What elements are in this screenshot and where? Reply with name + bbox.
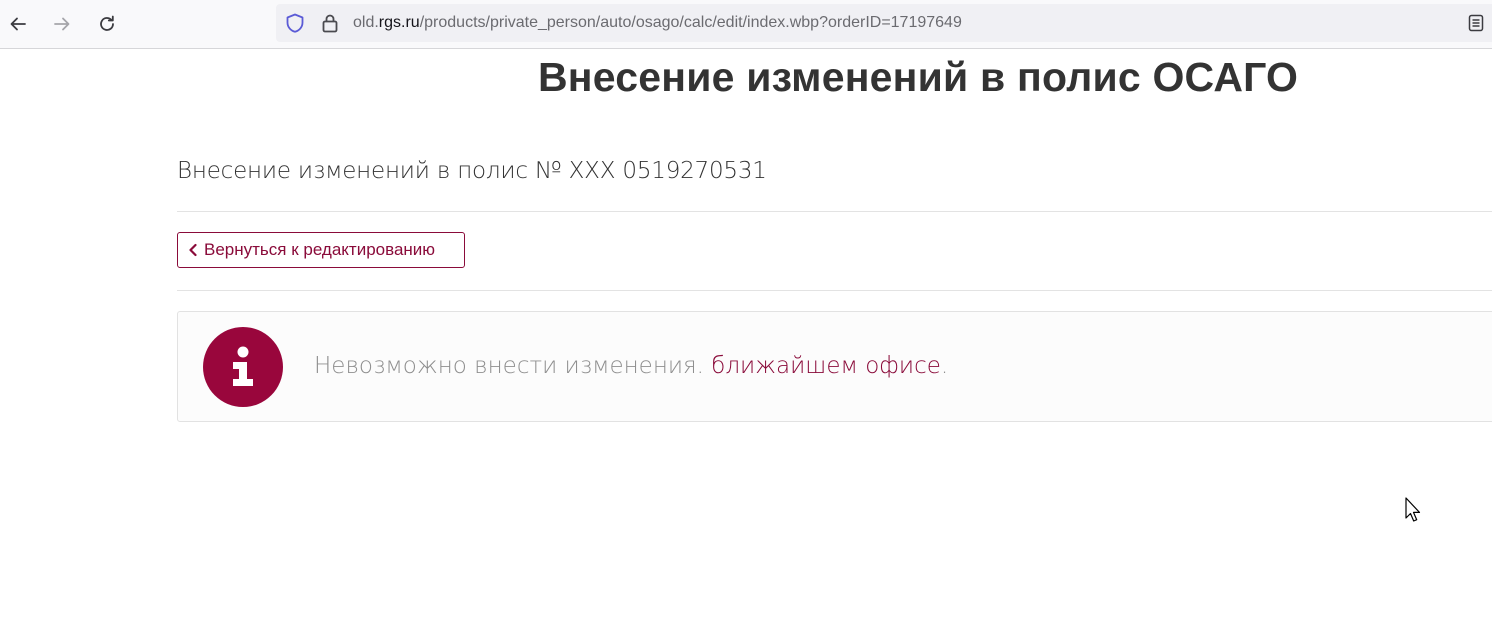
info-icon — [203, 327, 283, 407]
chevron-left-icon — [188, 243, 198, 257]
divider — [177, 290, 1492, 291]
info-message-text: Невозможно внести изменения. — [314, 353, 712, 379]
back-button-label: Вернуться к редактированию — [204, 240, 436, 259]
divider — [177, 211, 1492, 212]
shield-icon[interactable] — [284, 12, 306, 38]
url-path: /products/private_person/auto/osago/calc… — [419, 14, 962, 31]
info-message: Невозможно внести изменения. ближайшем о… — [314, 353, 948, 379]
page-title: Внесение изменений в полис ОСАГО — [538, 54, 1299, 100]
reader-view-icon[interactable] — [1468, 14, 1484, 36]
address-bar[interactable]: old.rgs.ru/products/private_person/auto/… — [276, 4, 1492, 42]
info-alert: Невозможно внести изменения. ближайшем о… — [177, 311, 1492, 422]
policy-subtitle: Внесение изменений в полис № XXX 0519270… — [177, 158, 767, 184]
back-icon[interactable] — [2, 8, 34, 40]
info-message-end: . — [940, 353, 949, 379]
url-domain: rgs.ru — [378, 14, 420, 31]
forward-icon[interactable] — [46, 8, 78, 40]
mouse-cursor-icon — [1405, 497, 1421, 527]
reload-icon[interactable] — [91, 8, 123, 40]
back-to-editing-button[interactable]: Вернуться к редактированию — [177, 232, 465, 268]
lock-icon[interactable] — [321, 13, 339, 37]
url-text[interactable]: old.rgs.ru/products/private_person/auto/… — [353, 14, 962, 32]
browser-toolbar: old.rgs.ru/products/private_person/auto/… — [0, 0, 1492, 49]
url-prefix: old. — [353, 14, 379, 31]
nearest-office-link[interactable]: ближайшем офисе — [711, 353, 941, 379]
